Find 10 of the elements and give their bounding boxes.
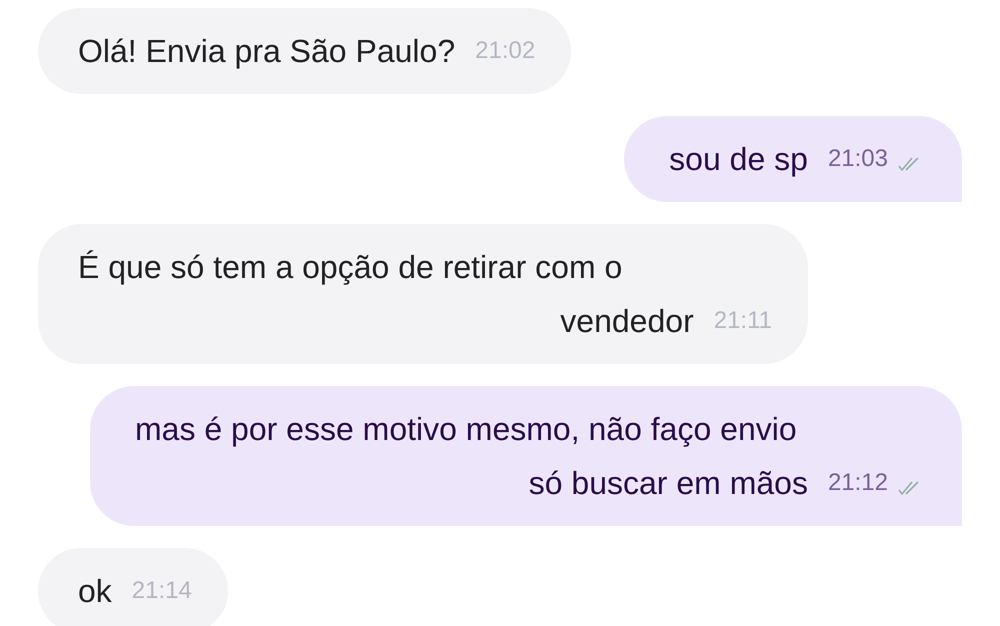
message-time: 21:03 [828, 144, 888, 174]
message-text: ok [78, 572, 112, 611]
message-text: É que só tem a opção de retirar com o vendedor [78, 248, 694, 341]
message-text: mas é por esse motivo mesmo, não faço envio só buscar em mãos [135, 410, 808, 503]
message-text: sou de sp [669, 140, 808, 179]
message-time: 21:11 [714, 306, 772, 336]
message-text: Olá! Envia pra São Paulo? [78, 32, 456, 71]
message-time: 21:12 [828, 468, 888, 498]
message-time: 21:14 [132, 576, 192, 606]
message-time: 21:02 [475, 36, 536, 66]
